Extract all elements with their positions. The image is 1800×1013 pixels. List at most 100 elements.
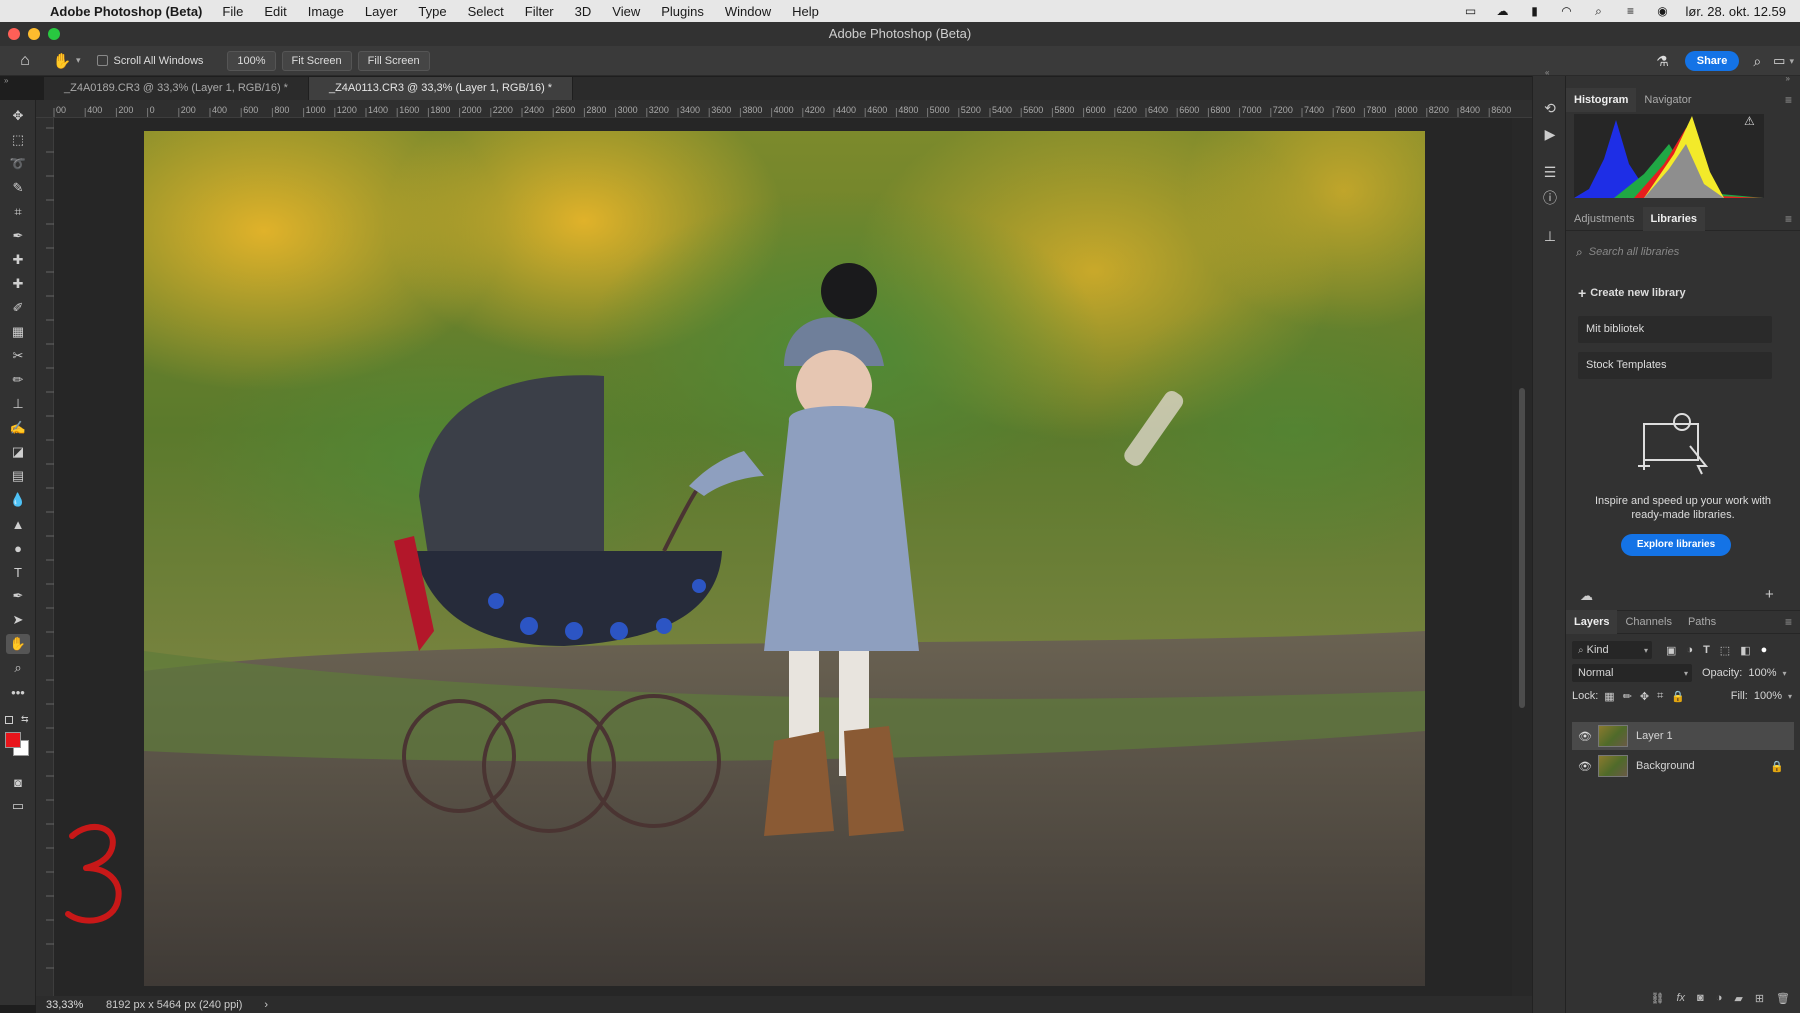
vertical-scrollbar[interactable] <box>1512 118 1532 1000</box>
add-mask-icon[interactable]: ◙ <box>1697 992 1704 1004</box>
close-window-button[interactable] <box>8 28 20 40</box>
cloud-icon[interactable]: ☁ <box>1580 588 1593 604</box>
zoom-tool-icon[interactable]: ⌕ <box>6 658 30 678</box>
lock-artboard-icon[interactable]: ⌗ <box>1657 690 1663 703</box>
visibility-eye-icon[interactable]: 👁 <box>1578 730 1592 743</box>
spotlight-icon[interactable]: ⌕ <box>1590 4 1608 18</box>
blend-mode-select[interactable]: Normal ▾ <box>1572 664 1692 682</box>
tab-libraries[interactable]: Libraries <box>1642 206 1705 231</box>
wifi-icon[interactable]: ◠ <box>1558 4 1576 18</box>
menu-help[interactable]: Help <box>792 4 819 19</box>
quick-mask-icon[interactable]: ◙ <box>6 772 30 792</box>
history-panel-icon[interactable]: ⟲ <box>1540 98 1560 118</box>
lock-transparency-icon[interactable]: ▦ <box>1604 690 1614 703</box>
default-colors-icon[interactable] <box>5 716 13 724</box>
foreground-color-swatch[interactable] <box>5 732 21 748</box>
battery-icon[interactable]: ▮ <box>1526 4 1544 18</box>
clone-stamp-tool-icon[interactable]: ⊥ <box>6 394 30 414</box>
menu-view[interactable]: View <box>612 4 640 19</box>
menu-edit[interactable]: Edit <box>264 4 286 19</box>
zoom-level[interactable]: 33,33% <box>36 999 92 1011</box>
menu-window[interactable]: Window <box>725 4 771 19</box>
filter-toggle-icon[interactable]: ● <box>1761 644 1768 656</box>
document-info[interactable]: 8192 px x 5464 px (240 ppi) <box>106 999 242 1011</box>
siri-icon[interactable]: ◉ <box>1654 4 1672 18</box>
layer-name[interactable]: Background <box>1636 760 1695 772</box>
status-arrow-icon[interactable]: › <box>264 999 268 1011</box>
minimize-window-button[interactable] <box>28 28 40 40</box>
kind-filter-select[interactable]: ⌕ Kind ▾ <box>1572 641 1652 659</box>
panel-menu-icon[interactable]: ≡ <box>1785 615 1792 629</box>
warning-icon[interactable]: ⚠ <box>1744 114 1755 128</box>
more-tools-icon[interactable]: ••• <box>6 682 30 702</box>
dodge-tool-icon[interactable]: ● <box>6 538 30 558</box>
menu-file[interactable]: File <box>222 4 243 19</box>
library-search[interactable]: ⌕ Search all libraries <box>1576 241 1790 263</box>
zoom-window-button[interactable] <box>48 28 60 40</box>
collapse-panels-icon[interactable]: « <box>1545 68 1549 77</box>
control-center-icon[interactable]: ≡ <box>1622 4 1640 18</box>
fill-input[interactable]: 100% <box>1754 690 1782 702</box>
search-input[interactable]: Search all libraries <box>1589 246 1679 258</box>
tab-histogram[interactable]: Histogram <box>1566 88 1637 112</box>
fill-screen-button[interactable]: Fill Screen <box>357 50 430 71</box>
tab-channels[interactable]: Channels <box>1617 610 1679 634</box>
screen-mode-icon[interactable]: ▭ <box>6 796 30 816</box>
hand-tool-active-icon[interactable]: ✋ <box>6 634 30 654</box>
menu-3d[interactable]: 3D <box>575 4 592 19</box>
new-layer-icon[interactable]: ⊞ <box>1755 992 1764 1005</box>
marquee-tool-icon[interactable]: ⬚ <box>6 130 30 150</box>
library-item[interactable]: Mit bibliotek <box>1578 316 1772 343</box>
panel-menu-icon[interactable]: ≡ <box>1785 212 1792 226</box>
remove-tool-icon[interactable]: ✂ <box>6 346 30 366</box>
type-tool-icon[interactable]: T <box>6 562 30 582</box>
info-panel-icon[interactable]: ⓘ <box>1540 188 1560 208</box>
collapse-toolbar-icon[interactable]: » <box>4 76 8 85</box>
history-brush-tool-icon[interactable]: ✍ <box>6 418 30 438</box>
creative-cloud-icon[interactable]: ☁ <box>1494 4 1512 18</box>
lock-all-icon[interactable]: 🔒 <box>1671 690 1685 703</box>
tab-document-2[interactable]: _Z4A0113.CR3 @ 33,3% (Layer 1, RGB/16) * <box>308 77 574 100</box>
zoom-100-button[interactable]: 100% <box>227 50 276 71</box>
healing-brush-tool-icon[interactable]: ✚ <box>6 274 30 294</box>
menu-type[interactable]: Type <box>418 4 446 19</box>
fx-icon[interactable]: fx <box>1676 992 1685 1004</box>
share-button[interactable]: Share <box>1684 51 1740 71</box>
lock-position-icon[interactable]: ✥ <box>1640 690 1649 703</box>
tab-document-1[interactable]: _Z4A0189.CR3 @ 33,3% (Layer 1, RGB/16) * <box>44 77 309 100</box>
filter-pixel-icon[interactable]: ▣ <box>1666 644 1676 657</box>
menu-filter[interactable]: Filter <box>525 4 554 19</box>
chevron-down-icon[interactable]: ▾ <box>1788 692 1792 701</box>
spot-healing-tool-icon[interactable]: ✚ <box>6 250 30 270</box>
screen-icon[interactable]: ▭ <box>1462 4 1480 18</box>
quick-selection-tool-icon[interactable]: ✎ <box>6 178 30 198</box>
gradient-tool-icon[interactable]: ▤ <box>6 466 30 486</box>
pen-tool-icon[interactable]: ✒ <box>6 586 30 606</box>
filter-smart-object-icon[interactable]: ◧ <box>1740 644 1750 657</box>
crop-tool-icon[interactable]: ⌗ <box>6 202 30 222</box>
explore-libraries-button[interactable]: Explore libraries <box>1621 534 1731 556</box>
patch-tool-icon[interactable]: ✐ <box>6 298 30 318</box>
content-aware-tool-icon[interactable]: ▦ <box>6 322 30 342</box>
search-icon[interactable]: ⌕ <box>1753 53 1761 70</box>
move-tool-icon[interactable]: ✥ <box>6 106 30 126</box>
create-new-library-button[interactable]: + Create new library <box>1578 285 1686 301</box>
hand-tool-icon[interactable]: ✋ <box>48 52 76 70</box>
menu-select[interactable]: Select <box>468 4 504 19</box>
menu-image[interactable]: Image <box>308 4 344 19</box>
eraser-tool-icon[interactable]: ◪ <box>6 442 30 462</box>
new-group-icon[interactable]: ▰ <box>1734 992 1742 1005</box>
menu-plugins[interactable]: Plugins <box>661 4 704 19</box>
menu-layer[interactable]: Layer <box>365 4 398 19</box>
vertical-scroll-thumb[interactable] <box>1519 388 1525 708</box>
link-layers-icon[interactable]: ⛓ <box>1651 992 1665 1005</box>
adjustment-layer-icon[interactable]: ◑ <box>1716 992 1723 1004</box>
layer-name[interactable]: Layer 1 <box>1636 730 1673 742</box>
tab-navigator[interactable]: Navigator <box>1636 88 1699 112</box>
opacity-input[interactable]: 100% <box>1748 667 1776 679</box>
sharpen-tool-icon[interactable]: ▲ <box>6 514 30 534</box>
add-icon[interactable]: + <box>1765 586 1774 603</box>
collapse-panel-icon[interactable]: » <box>1786 74 1790 83</box>
library-item[interactable]: Stock Templates <box>1578 352 1772 379</box>
tab-adjustments[interactable]: Adjustments <box>1566 207 1643 231</box>
